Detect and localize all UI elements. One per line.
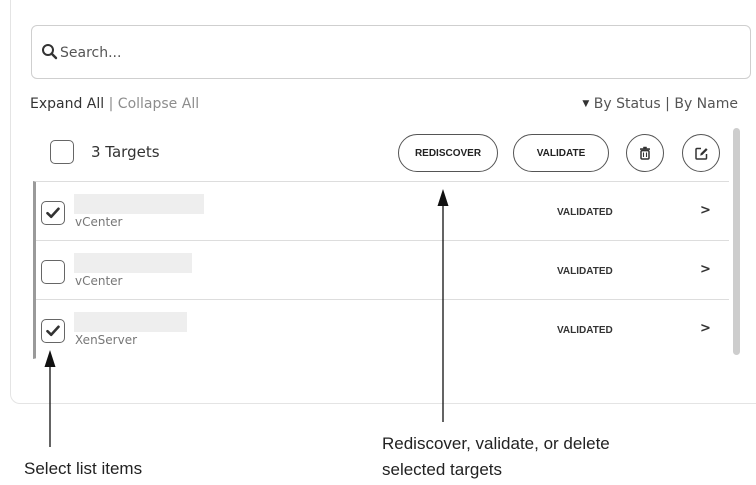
callout-actions-line2: selected targets	[382, 460, 503, 479]
callout-actions: Rediscover, validate, or delete selected…	[382, 431, 610, 483]
callout-arrows	[44, 189, 449, 447]
callout-select-items: Select list items	[24, 459, 143, 478]
arrow-left-head	[44, 350, 56, 367]
callout-actions-line1: Rediscover, validate, or delete	[382, 434, 610, 453]
arrow-right-head	[437, 189, 449, 206]
